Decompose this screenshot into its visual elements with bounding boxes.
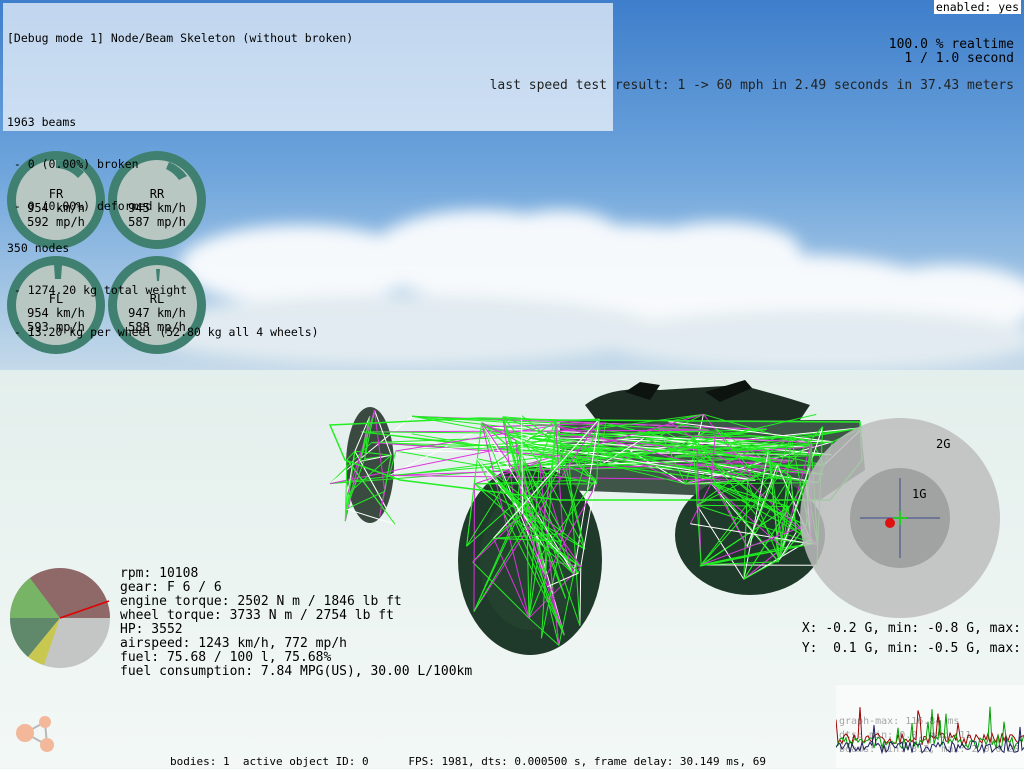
g-force-meter: 2G 1G bbox=[800, 418, 1000, 618]
debug-title: [Debug mode 1] Node/Beam Skeleton (witho… bbox=[3, 31, 613, 45]
stat-gear: gear: F 6 / 6 bbox=[120, 580, 222, 595]
stat-wheel-torque: wheel torque: 3733 N m / 2754 lb ft bbox=[120, 608, 394, 623]
frame-time-graph: graph-max: 116.84 ms dts: min: 0.0, max:… bbox=[836, 685, 1024, 768]
debug-line-weight: - 1274.20 kg total weight bbox=[3, 283, 613, 297]
graph-label-beams: beams: min: 3.2, max: 2 0.0 20 bbox=[839, 744, 1020, 755]
g-force-x-readout: X: -0.2 G, min: -0.8 G, max: bbox=[802, 622, 1021, 636]
enabled-status: enabled: yes bbox=[934, 0, 1021, 14]
engine-pie-chart bbox=[10, 568, 110, 668]
g-force-dot bbox=[885, 518, 895, 528]
skeleton-beam bbox=[474, 484, 475, 612]
stat-rpm: rpm: 10108 bbox=[120, 566, 198, 581]
bottom-status-bar: bodies: 1 active object ID: 0 FPS: 1981,… bbox=[170, 755, 766, 769]
realtime-ratio: 1 / 1.0 second bbox=[904, 51, 1014, 66]
graph-label-max: graph-max: 116.84 ms bbox=[839, 716, 959, 727]
engine-stats: rpm: 10108 gear: F 6 / 6 engine torque: … bbox=[120, 567, 472, 679]
debug-line-nodes: 350 nodes bbox=[3, 241, 613, 255]
debug-line-wheel-weight: - 13.20 kg per wheel (52.80 kg all 4 whe… bbox=[3, 325, 613, 339]
speed-test-result: last speed test result: 1 -> 60 mph in 2… bbox=[490, 79, 1014, 93]
debug-line-broken: - 0 (0.00%) broken bbox=[3, 157, 613, 171]
stat-fuel-consumption: fuel consumption: 7.84 MPG(US), 30.00 L/… bbox=[120, 664, 472, 679]
g-force-2g-label: 2G bbox=[936, 437, 950, 451]
debug-info-panel: [Debug mode 1] Node/Beam Skeleton (witho… bbox=[3, 3, 613, 131]
stat-fuel: fuel: 75.68 / 100 l, 75.68% bbox=[120, 650, 331, 665]
g-force-y-readout: Y: 0.1 G, min: -0.5 G, max: bbox=[802, 642, 1021, 656]
stat-engine-torque: engine torque: 2502 N m / 1846 lb ft bbox=[120, 594, 402, 609]
g-force-1g-label: 1G bbox=[912, 487, 926, 501]
debug-line-beams: 1963 beams bbox=[3, 115, 613, 129]
graph-label-dts: dts: min: 0.0, max: 11 bbox=[839, 730, 971, 741]
debug-line-deformed: - 0 (0.00%) deformed bbox=[3, 199, 613, 213]
stat-airspeed: airspeed: 1243 km/h, 772 mp/h bbox=[120, 636, 347, 651]
realtime-indicator: 100.0 % realtime 1 / 1.0 second bbox=[889, 38, 1014, 66]
stat-hp: HP: 3552 bbox=[120, 622, 183, 637]
realtime-percent: 100.0 % realtime bbox=[889, 37, 1014, 52]
